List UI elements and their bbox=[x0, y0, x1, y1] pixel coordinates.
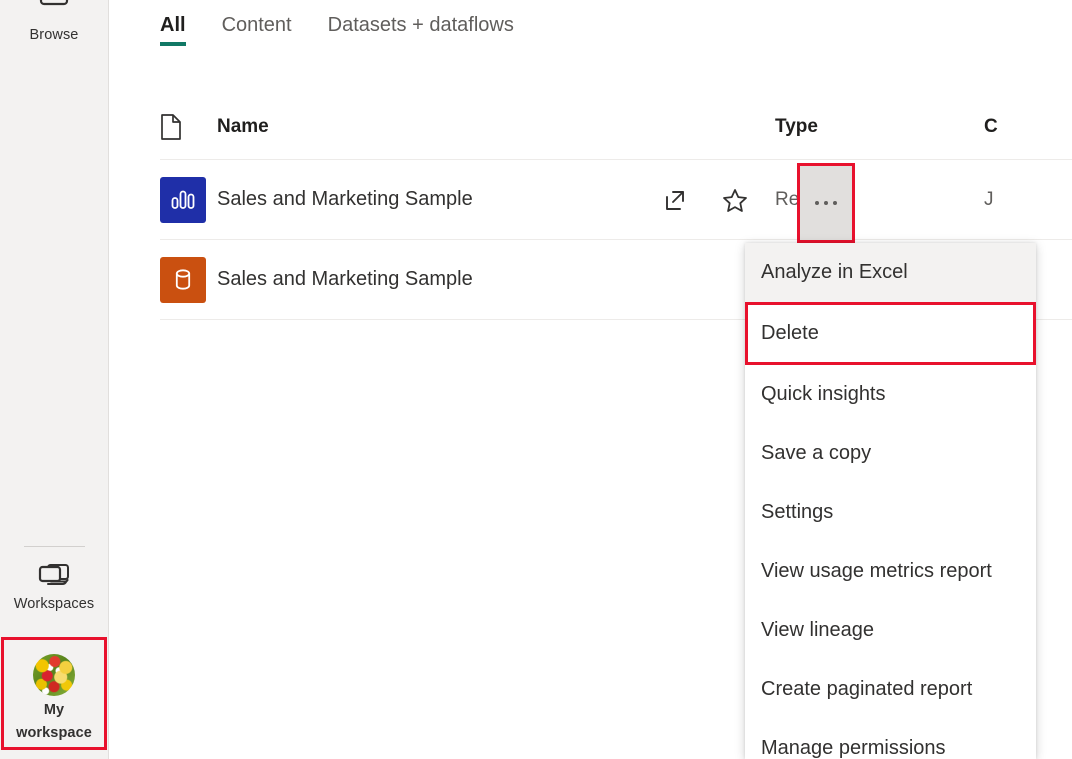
document-icon bbox=[160, 114, 182, 140]
more-options-icon[interactable] bbox=[797, 163, 855, 243]
menu-item-quick-insights[interactable]: Quick insights bbox=[745, 365, 1036, 424]
column-header-refreshed[interactable]: C bbox=[984, 116, 1072, 138]
share-icon[interactable] bbox=[655, 180, 695, 220]
menu-item-view-usage-metrics-report[interactable]: View usage metrics report bbox=[745, 542, 1036, 601]
table-header-row: Name Type C bbox=[160, 95, 1072, 160]
menu-item-save-a-copy[interactable]: Save a copy bbox=[745, 424, 1036, 483]
column-header-icon bbox=[160, 114, 217, 140]
tab-strip: All Content Datasets + dataflows bbox=[160, 0, 550, 60]
browse-icon bbox=[34, 0, 74, 22]
row-name[interactable]: Sales and Marketing Sample bbox=[217, 268, 775, 291]
sidebar-item-workspaces-label: Workspaces bbox=[13, 596, 95, 612]
tab-datasets-dataflows[interactable]: Datasets + dataflows bbox=[328, 0, 514, 37]
left-navigation: Browse Workspaces My workspace bbox=[0, 0, 109, 759]
sidebar-item-my-workspace-label-line1: My bbox=[43, 701, 65, 718]
menu-item-view-lineage[interactable]: View lineage bbox=[745, 601, 1036, 660]
sidebar-divider bbox=[24, 546, 85, 547]
tab-content[interactable]: Content bbox=[222, 0, 292, 37]
sidebar-item-browse-label: Browse bbox=[29, 27, 79, 43]
workspaces-icon bbox=[34, 558, 74, 592]
menu-item-settings[interactable]: Settings bbox=[745, 483, 1036, 542]
report-icon bbox=[160, 176, 206, 223]
tab-all[interactable]: All bbox=[160, 0, 186, 46]
column-header-name[interactable]: Name bbox=[217, 116, 775, 138]
menu-item-analyze-in-excel[interactable]: Analyze in Excel bbox=[745, 243, 1036, 302]
row-icon-cell bbox=[160, 256, 217, 303]
app-root: Browse Workspaces My workspace All Conte… bbox=[0, 0, 1072, 759]
row-action-buttons bbox=[655, 160, 755, 240]
menu-item-delete[interactable]: Delete bbox=[745, 302, 1036, 365]
workspace-avatar bbox=[33, 653, 75, 696]
sidebar-item-browse[interactable]: Browse bbox=[0, 0, 108, 44]
ellipsis-dots bbox=[815, 201, 837, 205]
sidebar-item-workspaces[interactable]: Workspaces bbox=[0, 558, 108, 613]
sidebar-item-my-workspace[interactable]: My workspace bbox=[1, 637, 107, 750]
dataset-icon bbox=[160, 256, 206, 303]
sidebar-item-my-workspace-label-line2: workspace bbox=[16, 724, 92, 741]
favorite-star-icon[interactable] bbox=[715, 180, 755, 220]
row-icon-cell bbox=[160, 176, 217, 223]
row-refreshed: J bbox=[984, 188, 994, 210]
menu-item-create-paginated-report[interactable]: Create paginated report bbox=[745, 660, 1036, 719]
menu-item-manage-permissions[interactable]: Manage permissions bbox=[745, 719, 1036, 759]
context-menu: Analyze in Excel Delete Quick insights S… bbox=[745, 243, 1036, 759]
column-header-type[interactable]: Type bbox=[775, 116, 984, 138]
table-row[interactable]: Sales and Marketing Sample Report J bbox=[160, 160, 1072, 240]
